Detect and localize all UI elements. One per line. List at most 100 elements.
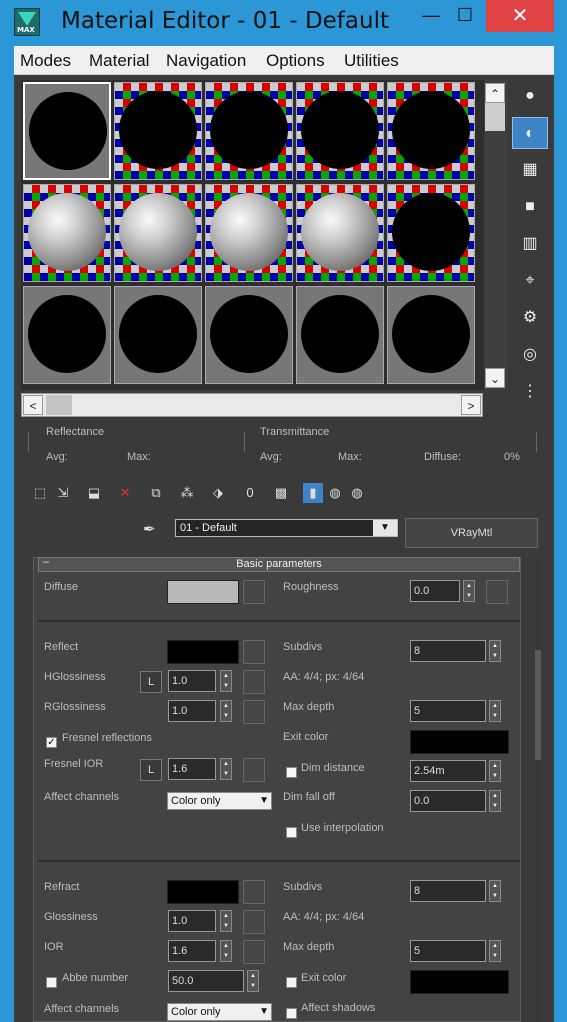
rglossiness-spinner[interactable]: 1.0: [168, 700, 216, 722]
affect-shadows-checkbox[interactable]: [286, 1008, 297, 1019]
reflect-max-depth-spinner[interactable]: 5: [410, 700, 486, 722]
reflect-affect-channels-dropdown[interactable]: Color only ▼: [167, 792, 272, 810]
material-slot[interactable]: [23, 184, 111, 282]
abbe-number-checkbox[interactable]: [46, 977, 57, 988]
material-id-channel-icon[interactable]: 0: [240, 483, 260, 503]
roughness-map-button[interactable]: [486, 580, 508, 604]
material-type-button[interactable]: VRayMtl: [405, 518, 538, 548]
hglossiness-map-button[interactable]: [243, 670, 265, 694]
select-by-material-icon[interactable]: ◎: [512, 339, 548, 371]
backlight-icon[interactable]: ◐: [512, 117, 548, 149]
glossiness-map-button[interactable]: [243, 910, 265, 934]
abbe-number-spinner[interactable]: 50.0: [168, 970, 244, 992]
refract-exit-color-swatch[interactable]: [410, 970, 509, 994]
reflect-map-button[interactable]: [243, 640, 265, 664]
refract-subdivs-spinner[interactable]: 8: [410, 880, 486, 902]
material-name-field[interactable]: 01 - Default ▼: [175, 519, 398, 537]
diffuse-map-button[interactable]: [243, 580, 265, 604]
reflect-color-swatch[interactable]: [167, 640, 239, 664]
show-shaded-material-icon[interactable]: ▩: [271, 483, 291, 503]
refract-affect-channels-dropdown[interactable]: Color only ▼: [167, 1003, 272, 1021]
horizontal-scroll-thumb[interactable]: [46, 395, 72, 415]
go-to-parent-icon[interactable]: ◍: [325, 483, 345, 503]
material-slot[interactable]: [205, 184, 293, 282]
menu-navigation[interactable]: Navigation: [166, 51, 246, 71]
menu-material[interactable]: Material: [89, 51, 149, 71]
material-map-navigator-icon[interactable]: ⋮: [512, 376, 548, 408]
scroll-right-button[interactable]: >: [461, 395, 481, 415]
dim-distance-spinner[interactable]: 2.54m: [410, 760, 486, 782]
rglossiness-arrows[interactable]: ▲ ▼: [220, 700, 232, 722]
background-icon[interactable]: ▦: [512, 154, 548, 186]
ior-arrows[interactable]: ▲ ▼: [220, 940, 232, 962]
reset-map-icon[interactable]: ✕: [115, 483, 135, 503]
close-button[interactable]: ✕: [486, 0, 554, 32]
menu-utilities[interactable]: Utilities: [344, 51, 399, 71]
material-slot[interactable]: [114, 286, 202, 384]
glossiness-spinner[interactable]: 1.0: [168, 910, 216, 932]
refract-exit-color-checkbox[interactable]: [286, 977, 297, 988]
scroll-left-button[interactable]: <: [23, 395, 43, 415]
fresnel-ior-lock-button[interactable]: L: [140, 759, 162, 781]
put-to-scene-icon[interactable]: ⇲: [53, 483, 73, 503]
reflect-subdivs-arrows[interactable]: ▲ ▼: [489, 640, 501, 662]
roughness-spinner-arrows[interactable]: ▲ ▼: [463, 580, 475, 602]
scroll-up-button[interactable]: ⌃: [485, 83, 505, 103]
dim-falloff-arrows[interactable]: ▲ ▼: [489, 790, 501, 812]
put-to-library-icon[interactable]: ⬗: [208, 483, 228, 503]
abbe-number-arrows[interactable]: ▲ ▼: [247, 970, 259, 992]
go-forward-to-sibling-icon[interactable]: ◍: [347, 483, 367, 503]
make-preview-icon[interactable]: ⌖: [512, 265, 548, 297]
material-slot[interactable]: [23, 286, 111, 384]
material-slot[interactable]: [387, 82, 475, 180]
options-icon[interactable]: ⚙: [512, 302, 548, 334]
hglossiness-arrows[interactable]: ▲ ▼: [220, 670, 232, 692]
reflect-subdivs-spinner[interactable]: 8: [410, 640, 486, 662]
slots-horizontal-scrollbar[interactable]: [21, 393, 483, 417]
material-slot[interactable]: [114, 184, 202, 282]
refract-map-button[interactable]: [243, 880, 265, 904]
refract-max-depth-arrows[interactable]: ▲ ▼: [489, 940, 501, 962]
dim-falloff-spinner[interactable]: 0.0: [410, 790, 486, 812]
get-material-icon[interactable]: ⬚: [30, 483, 50, 503]
maximize-button[interactable]: ☐: [442, 0, 488, 32]
material-slot[interactable]: [114, 82, 202, 180]
diffuse-color-swatch[interactable]: [167, 580, 239, 604]
show-end-result-icon[interactable]: ▮: [303, 483, 323, 503]
reflect-exit-color-swatch[interactable]: [410, 730, 509, 754]
dim-distance-checkbox[interactable]: [286, 767, 297, 778]
material-slot[interactable]: [205, 82, 293, 180]
fresnel-reflections-checkbox[interactable]: ✓: [46, 737, 57, 748]
assign-to-selection-icon[interactable]: ⬓: [84, 483, 104, 503]
panel-scrollbar[interactable]: [535, 557, 541, 1022]
material-slot[interactable]: [387, 184, 475, 282]
menu-options[interactable]: Options: [266, 51, 325, 71]
make-copy-icon[interactable]: ⧉: [146, 483, 166, 503]
material-slot[interactable]: [296, 286, 384, 384]
material-slot[interactable]: [387, 286, 475, 384]
vertical-scroll-thumb[interactable]: [485, 103, 505, 131]
make-unique-icon[interactable]: ⁂: [177, 483, 197, 503]
refract-color-swatch[interactable]: [167, 880, 239, 904]
panel-scroll-thumb[interactable]: [535, 650, 541, 760]
roughness-spinner[interactable]: 0.0: [410, 580, 460, 602]
basic-parameters-rollout[interactable]: – Basic parameters: [38, 556, 520, 572]
hglossiness-spinner[interactable]: 1.0: [168, 670, 216, 692]
rollout-minimize-icon[interactable]: –: [43, 556, 49, 569]
fresnel-ior-spinner[interactable]: 1.6: [168, 758, 216, 780]
ior-spinner[interactable]: 1.6: [168, 940, 216, 962]
scroll-down-button[interactable]: ⌄: [485, 368, 505, 388]
glossiness-arrows[interactable]: ▲ ▼: [220, 910, 232, 932]
menu-modes[interactable]: Modes: [20, 51, 71, 71]
refract-subdivs-arrows[interactable]: ▲ ▼: [489, 880, 501, 902]
use-interpolation-checkbox[interactable]: [286, 827, 297, 838]
sample-type-icon[interactable]: ●: [512, 80, 548, 112]
reflect-max-depth-arrows[interactable]: ▲ ▼: [489, 700, 501, 722]
material-slot[interactable]: [296, 184, 384, 282]
rglossiness-map-button[interactable]: [243, 700, 265, 724]
dim-distance-arrows[interactable]: ▲ ▼: [489, 760, 501, 782]
material-slot[interactable]: [296, 82, 384, 180]
fresnel-ior-arrows[interactable]: ▲ ▼: [220, 758, 232, 780]
material-slot[interactable]: [23, 82, 111, 180]
material-slot[interactable]: [205, 286, 293, 384]
